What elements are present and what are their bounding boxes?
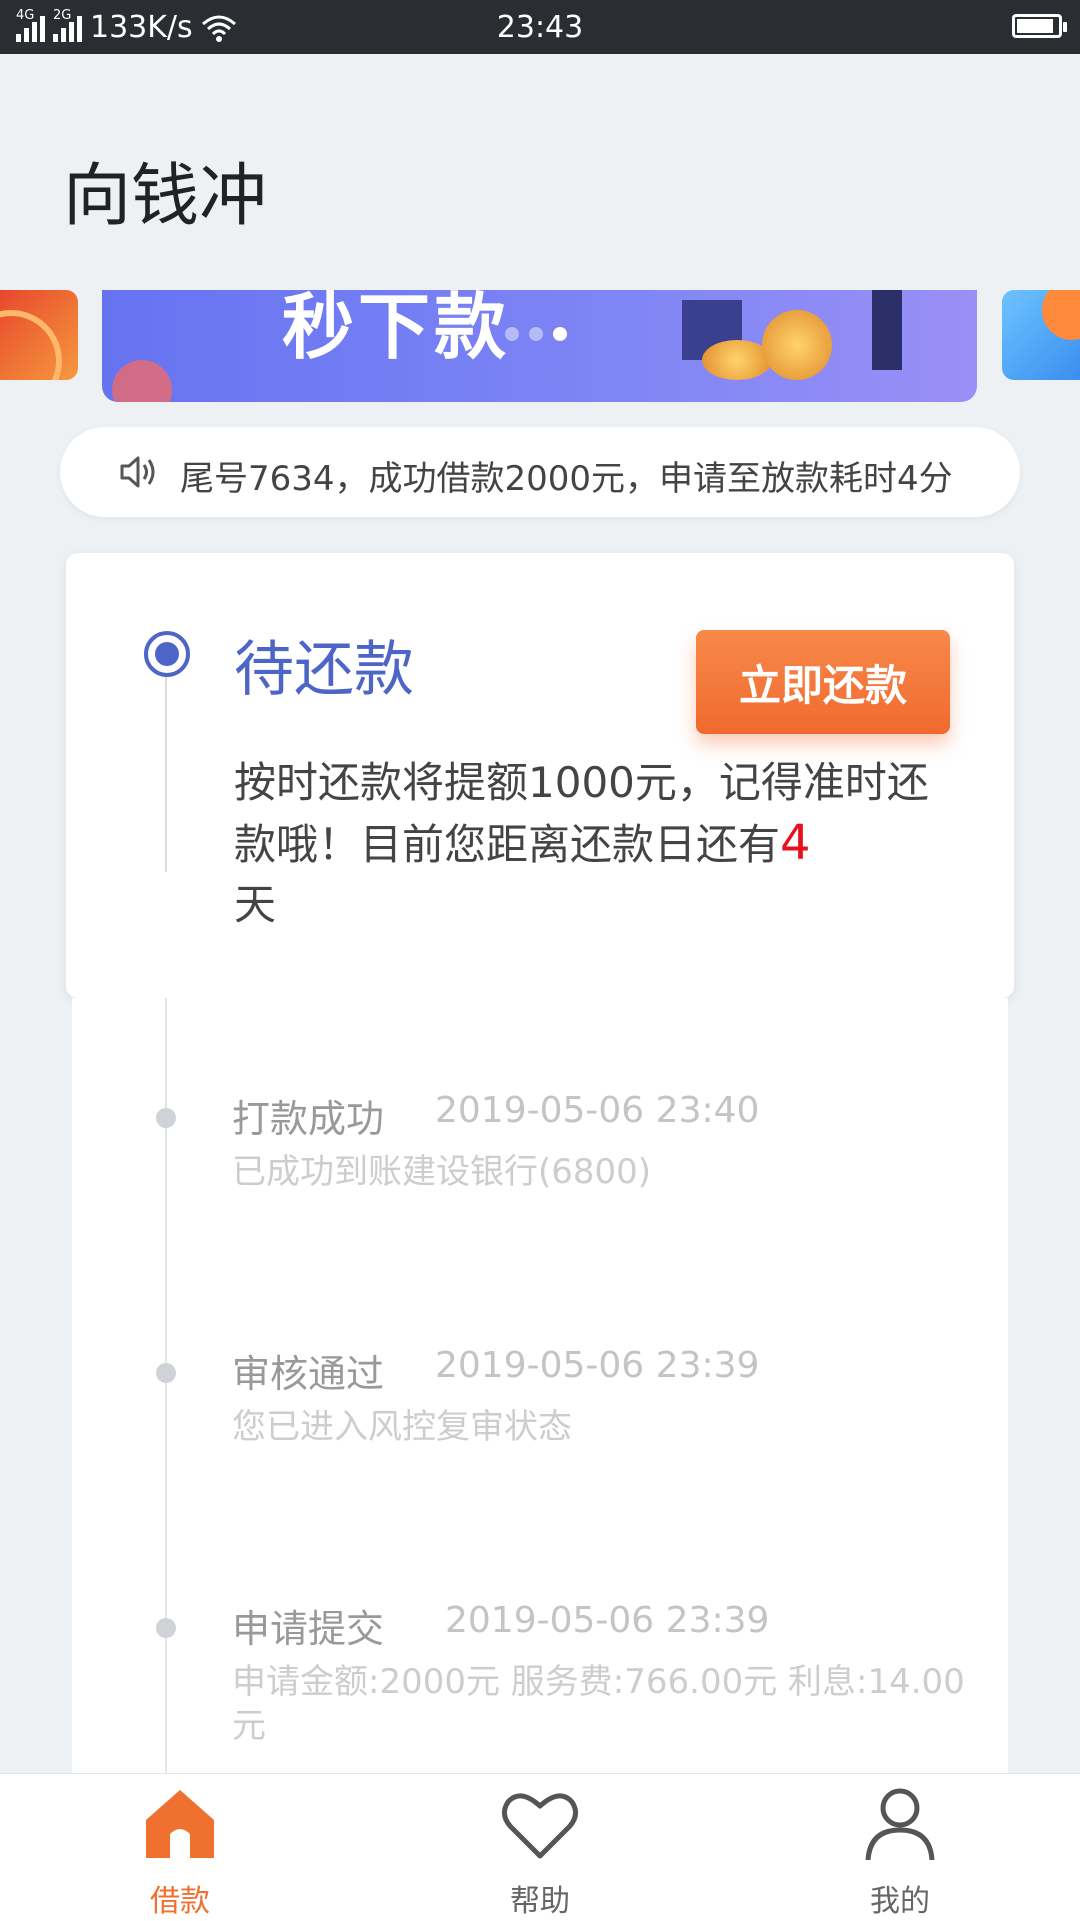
bottom-tab-bar: 借款 帮助 我的 (0, 1773, 1080, 1921)
speaker-icon (120, 456, 155, 488)
banner-prev-slide[interactable] (0, 290, 78, 380)
carousel-dot[interactable] (553, 327, 567, 341)
event-detail: 申请金额:2000元 服务费:766.00元 利息:14.00元 (232, 1662, 965, 1746)
event-title: 审核通过 (232, 1352, 385, 1396)
loan-status: 待还款 (234, 635, 414, 705)
carousel-dot[interactable] (529, 327, 543, 341)
current-step-icon (144, 631, 190, 677)
battery-icon (1012, 14, 1067, 38)
person-graphic (872, 290, 902, 370)
notice-bar[interactable]: 尾号7634，成功借款2000元，申请至放款耗时4分 (60, 427, 1020, 517)
timeline-dot-icon (156, 1618, 176, 1638)
loan-history-timeline: 打款成功 2019-05-06 23:40 已成功到账建设银行(6800) 审核… (72, 998, 1008, 1773)
heart-icon (502, 1793, 578, 1859)
tab-mine[interactable]: 我的 (830, 1784, 970, 1919)
notice-text: 尾号7634，成功借款2000元，申请至放款耗时4分 (180, 459, 953, 499)
banner-next-slide[interactable] (1002, 290, 1080, 380)
event-time: 2019-05-06 23:39 (435, 1345, 760, 1386)
user-icon (865, 1788, 935, 1861)
carousel-dot[interactable] (505, 327, 519, 341)
page-title: 向钱冲 (63, 157, 268, 236)
timeline-line (165, 677, 167, 872)
repay-desc-text: 按时还款将提额1000元，记得准时还款哦！目前您距离还款日还有 (234, 758, 929, 869)
tab-label: 我的 (870, 1884, 930, 1919)
event-time: 2019-05-06 23:40 (435, 1090, 760, 1131)
home-icon (146, 1790, 214, 1858)
carousel-indicator (505, 327, 567, 341)
tab-help[interactable]: 帮助 (470, 1784, 610, 1919)
tab-label: 帮助 (510, 1884, 570, 1919)
event-time: 2019-05-06 23:39 (445, 1600, 770, 1641)
coin-graphic (762, 310, 832, 380)
banner-headline: 秒下款 (282, 290, 511, 369)
event-title: 申请提交 (232, 1607, 385, 1651)
loan-status-card: 待还款 立即还款 按时还款将提额1000元，记得准时还款哦！目前您距离还款日还有… (66, 553, 1014, 998)
event-title: 打款成功 (232, 1097, 385, 1141)
timeline-dot-icon (156, 1363, 176, 1383)
event-detail: 已成功到账建设银行(6800) (232, 1152, 652, 1192)
status-bar: 4G 2G 133K/s 23:43 (0, 0, 1080, 54)
repay-description: 按时还款将提额1000元，记得准时还款哦！目前您距离还款日还有4 天 (234, 753, 954, 935)
banner-slide[interactable]: 秒下款 (102, 290, 977, 402)
tab-label: 借款 (150, 1884, 210, 1919)
timeline-dot-icon (156, 1108, 176, 1128)
clock: 23:43 (496, 10, 584, 45)
banner-decoration (112, 360, 172, 402)
repay-desc-suffix: 天 (234, 880, 277, 929)
repay-now-button[interactable]: 立即还款 (696, 630, 950, 734)
tab-loan[interactable]: 借款 (110, 1784, 250, 1919)
event-detail: 您已进入风控复审状态 (232, 1407, 572, 1447)
days-remaining: 4 (780, 815, 811, 871)
